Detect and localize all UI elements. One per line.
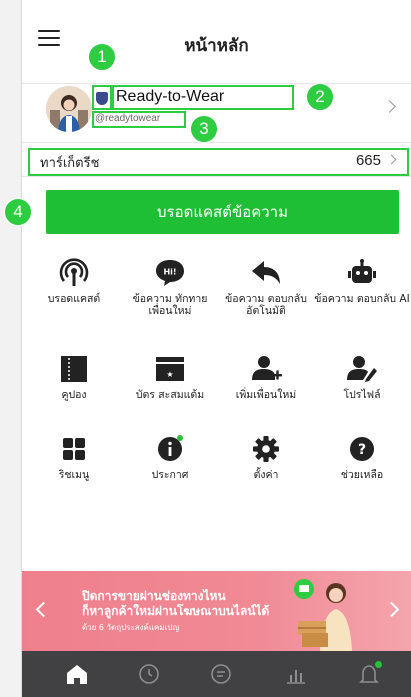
banner-title-line: ก็หาลูกค้าใหม่ผ่านโฆษณาบนไลน์ได้ <box>82 604 270 618</box>
notification-dot <box>375 661 382 668</box>
help-icon: ? <box>345 434 379 464</box>
notification-bell-icon[interactable] <box>357 661 382 685</box>
page-title: หน้าหลัก <box>184 36 249 56</box>
promo-banner[interactable]: ปิดการขายผ่านช่องทางไหน ก็หาลูกค้าใหม่ผ่… <box>22 571 411 651</box>
announcement-icon <box>153 434 187 464</box>
auto-reply-icon <box>249 258 283 288</box>
annotation-marker-3: 3 <box>190 115 218 143</box>
tile-label: เพิ่มเพื่อนใหม่ <box>235 389 297 401</box>
shield-badge-icon <box>96 92 108 105</box>
tile-add-friend[interactable]: เพิ่มเพื่อนใหม่ <box>218 354 314 402</box>
broadcast-message-button[interactable]: บรอดแคสต์ข้อความ <box>46 190 399 234</box>
divider <box>22 176 411 177</box>
bottom-navigation <box>22 651 411 697</box>
annotation-marker-2: 2 <box>306 83 334 111</box>
tile-settings[interactable]: ตั้งค่า <box>218 434 314 482</box>
new-indicator-dot <box>177 435 183 441</box>
friends-label: ทาร์เก็ตรีช <box>40 156 100 171</box>
ai-reply-icon <box>345 258 379 288</box>
tile-label: บรอดแคสต์ <box>47 293 101 305</box>
tile-label: ตั้งค่า <box>253 469 279 481</box>
coupon-icon <box>57 354 91 384</box>
tile-announcement[interactable]: ประกาศ <box>122 434 218 482</box>
svg-text:?: ? <box>358 442 366 458</box>
friends-count: 665 <box>355 152 381 169</box>
chart-icon[interactable] <box>284 663 308 685</box>
chevron-right-icon[interactable] <box>383 100 396 113</box>
tile-coupon[interactable]: คูปอง <box>26 354 122 402</box>
tile-rich-menu[interactable]: ริชเมนู <box>26 434 122 482</box>
banner-title: ปิดการขายผ่านช่องทางไหน ก็หาลูกค้าใหม่ผ่… <box>82 589 269 619</box>
banner-subtitle: ด้วย 6 วัตถุประสงค์แคมเปญ <box>82 623 180 632</box>
svg-text:★: ★ <box>166 370 173 379</box>
banner-title-line: ปิดการขายผ่านช่องทางไหน <box>82 589 226 603</box>
rich-menu-icon <box>57 434 91 464</box>
tile-label: บัตร สะสมแต้ม <box>135 389 205 401</box>
chat-icon[interactable] <box>209 663 233 685</box>
tile-auto-reply[interactable]: ข้อความ ตอบกลับ อัตโนมัติ <box>218 258 314 317</box>
tile-label: ข้อความ ตอบกลับ อัตโนมัติ <box>225 293 307 317</box>
tile-reward-card[interactable]: ★ บัตร สะสมแต้ม <box>122 354 218 402</box>
avatar[interactable] <box>46 86 92 132</box>
tile-label: ช่วยเหลือ <box>340 469 384 481</box>
greeting-message-icon: Hi! <box>153 258 187 288</box>
profile-icon <box>345 354 379 384</box>
tile-ai-reply[interactable]: ข้อความ ตอบกลับ AI <box>314 258 410 306</box>
tile-profile[interactable]: โปรไฟล์ <box>314 354 410 402</box>
broadcast-icon <box>57 258 91 288</box>
divider <box>22 142 411 143</box>
shop-handle: @readytowear <box>95 113 161 124</box>
chevron-left-icon[interactable] <box>35 601 52 618</box>
home-icon[interactable] <box>65 663 89 685</box>
reward-card-icon: ★ <box>153 354 187 384</box>
app-header: หน้าหลัก <box>22 0 411 84</box>
clock-icon[interactable] <box>137 663 161 685</box>
tile-label: ข้อความ ตอบกลับ AI <box>314 293 410 305</box>
svg-text:Hi!: Hi! <box>163 268 176 277</box>
tile-broadcast[interactable]: บรอดแคสต์ <box>26 258 122 306</box>
tile-help[interactable]: ? ช่วยเหลือ <box>314 434 410 482</box>
tile-label: ข้อความ ทักทาย เพื่อนใหม่ <box>132 293 208 317</box>
annotation-marker-4: 4 <box>4 198 32 226</box>
tile-label: ริชเมนู <box>58 469 90 481</box>
banner-illustration <box>288 575 374 651</box>
add-friend-icon <box>249 354 283 384</box>
phone-screen: หน้าหลัก Ready-to-Wear @readytowear ทาร์… <box>21 0 411 697</box>
tile-label: คูปอง <box>61 389 87 401</box>
tile-greeting-message[interactable]: Hi! ข้อความ ทักทาย เพื่อนใหม่ <box>122 258 218 317</box>
shop-name: Ready-to-Wear <box>116 88 225 105</box>
tile-label: โปรไฟล์ <box>343 389 381 401</box>
settings-icon <box>249 434 283 464</box>
tile-label: ประกาศ <box>151 469 189 481</box>
annotation-marker-1: 1 <box>88 43 116 71</box>
chevron-right-icon[interactable] <box>386 154 397 165</box>
chevron-right-icon[interactable] <box>383 601 400 618</box>
